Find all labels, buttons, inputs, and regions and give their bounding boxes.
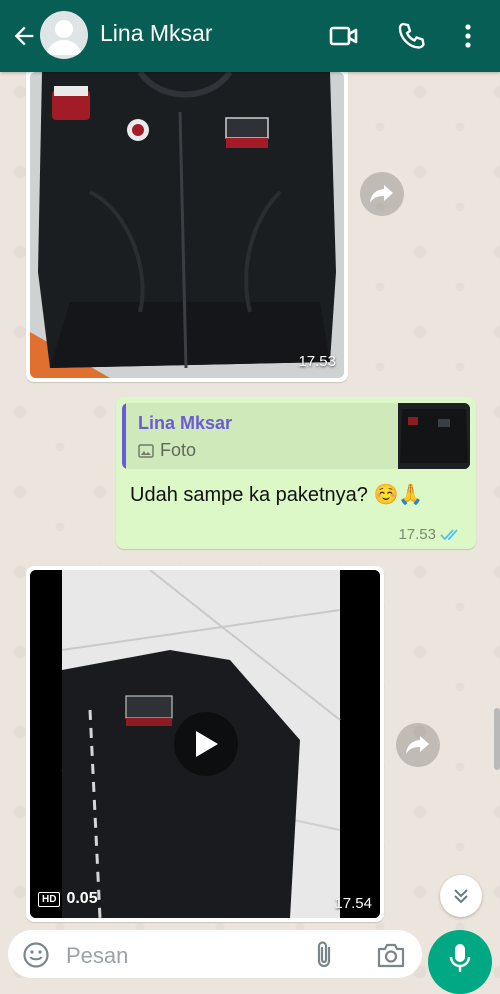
video-info: HD 0.05: [38, 890, 98, 908]
emoji-icon[interactable]: [22, 941, 50, 969]
quoted-message[interactable]: Lina Mksar Foto: [122, 403, 470, 469]
double-chevron-down-icon: [454, 889, 468, 904]
voice-record-button[interactable]: [428, 930, 492, 994]
microphone-icon: [449, 944, 471, 972]
photo-icon: [138, 443, 154, 458]
quote-media-label: Foto: [160, 440, 197, 460]
video-call-icon[interactable]: [328, 20, 360, 52]
message-text: Udah sampe ka paketnya? ☺️🙏: [130, 484, 424, 506]
attach-icon[interactable]: [313, 940, 337, 970]
message-meta: 17.53: [398, 526, 462, 543]
contact-name[interactable]: Lina Mksar: [100, 20, 212, 47]
incoming-image-message[interactable]: 17.53: [26, 66, 348, 382]
back-arrow-icon[interactable]: [10, 22, 38, 50]
message-time: 17.53: [298, 353, 336, 370]
quote-media-row: Foto: [138, 440, 196, 461]
forward-button[interactable]: [396, 723, 440, 767]
message-input[interactable]: Pesan: [66, 943, 128, 969]
video-duration: 0.05: [66, 890, 98, 907]
message-time: 17.54: [334, 895, 372, 912]
phone-call-icon[interactable]: [395, 20, 427, 52]
chat-header: Lina Mksar: [0, 0, 500, 72]
outgoing-text-message[interactable]: Lina Mksar Foto Udah sampe ka paketnya? …: [116, 397, 476, 549]
message-time: 17.53: [398, 526, 436, 543]
incoming-video-message[interactable]: HD 0.05 17.54: [26, 566, 384, 922]
forward-button[interactable]: [360, 172, 404, 216]
quote-accent-bar: [122, 403, 126, 469]
quote-sender-name: Lina Mksar: [138, 413, 233, 433]
scrollbar-thumb[interactable]: [494, 708, 500, 770]
quote-thumbnail: [398, 403, 470, 469]
jacket-image: [30, 72, 344, 378]
play-icon: [196, 731, 218, 757]
video-player[interactable]: HD 0.05 17.54: [30, 570, 380, 918]
hd-badge: HD: [38, 891, 61, 907]
contact-avatar[interactable]: [40, 11, 88, 59]
message-composer[interactable]: Pesan: [8, 930, 422, 978]
play-button[interactable]: [174, 712, 238, 776]
forward-icon: [370, 185, 393, 203]
more-options-icon[interactable]: [452, 20, 484, 52]
jacket-photo[interactable]: 17.53: [30, 72, 344, 378]
default-avatar-icon: [46, 20, 82, 55]
camera-icon[interactable]: [376, 941, 406, 969]
read-ticks-icon: [440, 528, 458, 540]
scroll-to-bottom-button[interactable]: [440, 875, 482, 917]
forward-icon: [406, 736, 429, 754]
